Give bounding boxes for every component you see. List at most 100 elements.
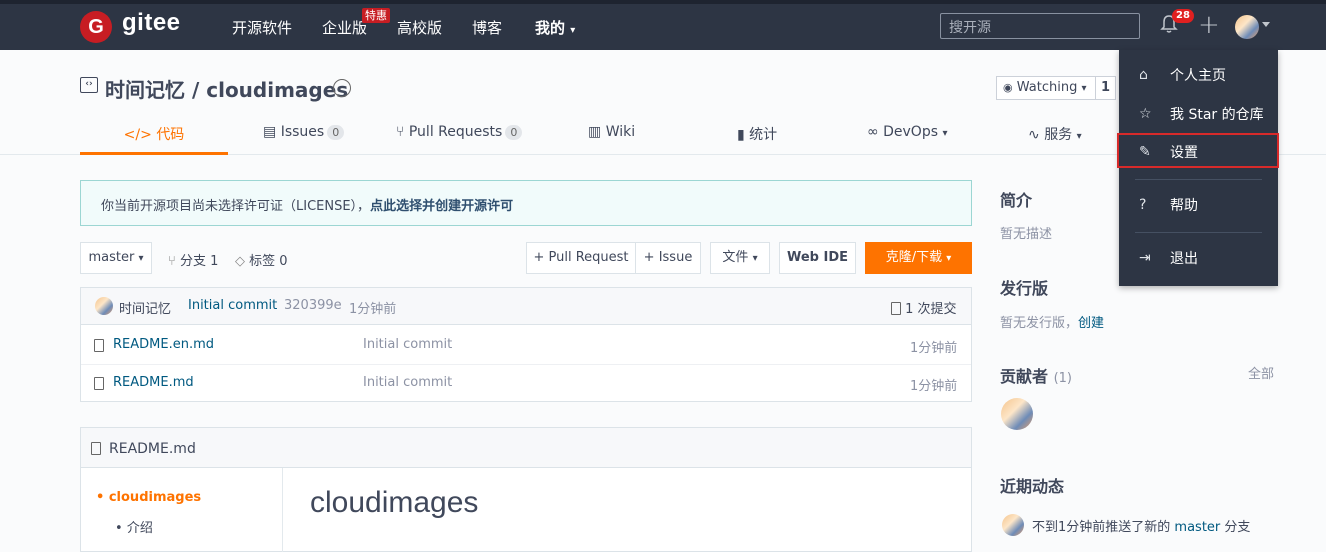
toc-divider <box>282 468 283 552</box>
tab-stats-label: 统计 <box>749 127 778 143</box>
watch-button[interactable]: ◉ Watching ▾ <box>996 76 1096 100</box>
activity-item: 不到1分钟前推送了新的 master 分支 <box>1032 516 1250 535</box>
search-input[interactable]: 搜开源 <box>940 13 1140 39</box>
intro-text: 暂无描述 <box>1000 227 1053 242</box>
readme-heading: cloudimages <box>310 486 479 519</box>
watch-label: Watching <box>1016 80 1078 95</box>
nav-blog[interactable]: 博客 <box>472 17 502 38</box>
license-notice-text: 你当前开源项目尚未选择许可证（LICENSE）， <box>101 199 371 214</box>
special-offer-badge: 特惠 <box>362 8 390 23</box>
create-release-link[interactable]: 创建 <box>1078 316 1104 331</box>
pull-request-icon: ⑂ <box>396 124 405 140</box>
menu-divider <box>1135 232 1262 233</box>
watch-count[interactable]: 1 <box>1096 76 1116 100</box>
tag-icon: ◇ <box>235 254 245 269</box>
readme-filename: README.md <box>109 441 196 457</box>
branches-label: 分支 1 <box>179 254 219 269</box>
user-avatar[interactable] <box>1235 15 1259 39</box>
branch-label: master <box>88 250 135 265</box>
tags-link[interactable]: ◇ 标签 0 <box>235 250 288 269</box>
tab-pull-requests[interactable]: ⑂ Pull Requests 0 <box>396 124 523 140</box>
repo-code-icon: ‹› <box>80 77 98 93</box>
tab-devops[interactable]: ∞ DevOps ▾ <box>867 124 948 140</box>
commit-message-link[interactable]: Initial commit <box>188 298 277 313</box>
eye-icon: ◉ <box>1003 81 1013 94</box>
commit-author-avatar[interactable] <box>95 297 113 315</box>
file-name-link[interactable]: README.md <box>113 375 194 390</box>
nav-mine[interactable]: 我的 ▾ <box>535 17 575 38</box>
contributors-label: 贡献者 <box>1000 367 1049 386</box>
releases-empty-text: 暂无发行版， <box>1000 316 1079 331</box>
web-ide-button[interactable]: Web IDE <box>779 242 856 274</box>
readme-header <box>81 428 971 468</box>
menu-item-profile[interactable]: 个人主页 <box>1119 57 1278 95</box>
tab-services-label: 服务 <box>1044 127 1073 143</box>
branch-select[interactable]: master ▾ <box>80 242 152 274</box>
nav-mine-label: 我的 <box>535 19 566 37</box>
tab-code-label: 代码 <box>156 127 185 143</box>
toc-item[interactable]: • 介绍 <box>115 517 153 536</box>
row-divider <box>81 364 971 365</box>
tab-wiki[interactable]: ▥ Wiki <box>588 124 635 140</box>
commit-time: 1分钟前 <box>349 302 397 317</box>
commit-author[interactable]: 时间记忆 <box>119 298 171 317</box>
activity-suffix: 分支 <box>1224 520 1251 535</box>
tab-code[interactable]: </> 代码 <box>80 124 228 144</box>
issues-count-badge: 0 <box>327 125 345 140</box>
file-menu-label: 文件 <box>722 250 749 265</box>
chevron-down-icon: ▾ <box>946 253 952 264</box>
contributors-title: 贡献者 (1) <box>1000 363 1072 387</box>
bar-chart-icon: ▮ <box>737 127 745 143</box>
menu-item-help[interactable]: 帮助 <box>1119 187 1278 225</box>
commit-hash[interactable]: 320399e <box>284 298 342 313</box>
contributor-avatar[interactable] <box>1001 398 1033 430</box>
issue-icon: ▤ <box>263 124 277 140</box>
tab-issues[interactable]: ▤ Issues 0 <box>263 124 345 140</box>
chevron-down-icon: ▾ <box>752 253 758 264</box>
tab-pr-label: Pull Requests <box>408 124 503 140</box>
file-name-link[interactable]: README.en.md <box>113 337 214 352</box>
contributors-all-link[interactable]: 全部 <box>1248 363 1274 382</box>
tab-stats[interactable]: ▮ 统计 <box>737 124 777 144</box>
pulse-icon: ∿ <box>1028 127 1040 143</box>
create-license-link[interactable]: 点此选择并创建开源许可 <box>370 199 513 214</box>
file-commit-message[interactable]: Initial commit <box>363 337 452 352</box>
branches-link[interactable]: ⑂ 分支 1 <box>168 250 218 269</box>
new-pull-request-button[interactable]: + Pull Request <box>526 242 636 274</box>
file-commit-message[interactable]: Initial commit <box>363 375 452 390</box>
tab-devops-label: DevOps <box>883 124 939 140</box>
file-commit-time: 1分钟前 <box>910 341 958 356</box>
releases-title: 发行版 <box>1000 279 1049 298</box>
pr-count-badge: 0 <box>505 125 523 140</box>
activity-avatar[interactable] <box>1002 514 1024 536</box>
file-commit-time: 1分钟前 <box>910 379 958 394</box>
chevron-down-icon: ▾ <box>138 253 144 264</box>
commit-count-label: 1 次提交 <box>905 302 957 317</box>
commit-count-link[interactable]: 1 次提交 <box>891 298 957 317</box>
nav-open-source[interactable]: 开源软件 <box>232 17 292 38</box>
tab-wiki-label: Wiki <box>605 124 636 140</box>
file-text-icon <box>891 302 901 315</box>
settings-highlight-frame <box>1117 133 1279 168</box>
file-text-icon <box>91 442 101 455</box>
clone-label: 克隆/下载 <box>885 250 943 265</box>
plus-icon[interactable]: + <box>1198 10 1220 40</box>
file-menu-button[interactable]: 文件 ▾ <box>710 242 770 274</box>
chevron-down-icon: ▾ <box>1076 131 1082 142</box>
gitee-logo-icon[interactable]: G <box>80 11 112 43</box>
repo-title[interactable]: 时间记忆 / cloudimages <box>105 74 348 103</box>
menu-item-starred-repos[interactable]: 我 Star 的仓库 <box>1119 96 1278 134</box>
tab-services[interactable]: ∿ 服务 ▾ <box>1028 124 1082 144</box>
nav-enterprise[interactable]: 企业版 <box>322 17 367 38</box>
activity-text: 不到1分钟前推送了新的 <box>1032 520 1171 535</box>
clone-download-button[interactable]: 克隆/下载 ▾ <box>865 242 972 274</box>
toc-item-active[interactable]: • cloudimages <box>96 490 201 505</box>
new-issue-button[interactable]: + Issue <box>636 242 701 274</box>
activity-branch-link[interactable]: master <box>1174 520 1220 535</box>
nav-university[interactable]: 高校版 <box>397 17 442 38</box>
chevron-down-icon[interactable] <box>1262 22 1270 27</box>
menu-item-logout[interactable]: 退出 <box>1119 240 1278 278</box>
recommend-badge-icon <box>333 79 351 97</box>
gitee-logo-text[interactable]: gitee <box>122 9 181 37</box>
contributors-count: (1) <box>1053 371 1073 386</box>
